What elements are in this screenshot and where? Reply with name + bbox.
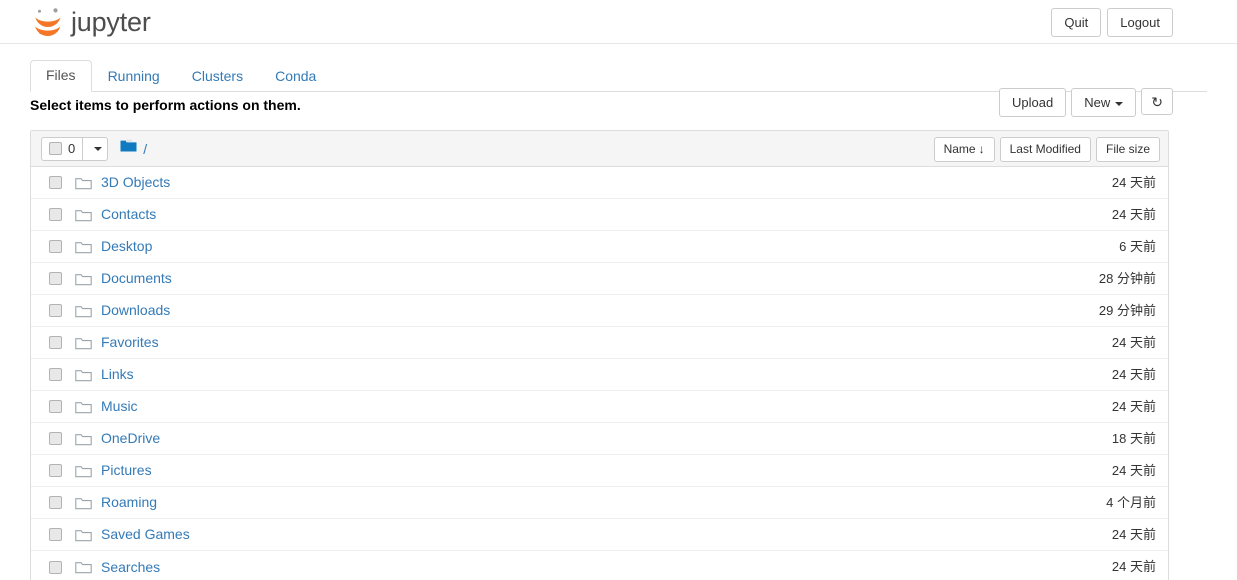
- refresh-icon: ↻: [1151, 94, 1163, 110]
- folder-icon: [75, 528, 92, 542]
- file-name-link[interactable]: 3D Objects: [101, 174, 170, 191]
- notice-row: Select items to perform actions on them.…: [0, 84, 1237, 124]
- folder-icon: [75, 496, 92, 510]
- row-checkbox[interactable]: [49, 336, 62, 349]
- logout-button[interactable]: Logout: [1107, 8, 1173, 37]
- breadcrumb-root-path[interactable]: /: [143, 141, 147, 157]
- file-name-link[interactable]: Desktop: [101, 238, 152, 255]
- folder-icon: [75, 240, 92, 254]
- file-actions: Upload New ↻: [999, 88, 1173, 117]
- breadcrumb: /: [120, 139, 147, 158]
- select-control-group: 0: [41, 136, 109, 161]
- file-modified-time: 24 天前: [1111, 366, 1156, 382]
- table-row[interactable]: Music 24 天前: [31, 391, 1168, 423]
- quit-button[interactable]: Quit: [1051, 8, 1102, 37]
- select-all-container[interactable]: 0: [41, 136, 83, 161]
- folder-icon: [75, 272, 92, 286]
- table-row[interactable]: Desktop 6 天前: [31, 231, 1168, 263]
- chevron-down-icon: [1115, 101, 1124, 106]
- table-row[interactable]: Roaming 4 个月前: [31, 487, 1168, 519]
- file-name-link[interactable]: Saved Games: [101, 526, 190, 543]
- folder-icon: [75, 464, 92, 478]
- table-row[interactable]: Links 24 天前: [31, 359, 1168, 391]
- sort-by-name-button[interactable]: Name ↓: [933, 137, 995, 163]
- file-modified-time: 18 天前: [1111, 430, 1156, 446]
- tab-bar-wrapper: Files Running Clusters Conda: [0, 44, 1237, 92]
- row-checkbox[interactable]: [49, 560, 62, 574]
- file-name-link[interactable]: Downloads: [101, 302, 170, 319]
- refresh-button[interactable]: ↻: [1141, 88, 1173, 115]
- row-checkbox[interactable]: [49, 272, 62, 285]
- file-name-link[interactable]: Music: [101, 398, 138, 415]
- row-checkbox[interactable]: [49, 240, 62, 253]
- chevron-down-icon: [93, 146, 102, 151]
- row-checkbox[interactable]: [49, 496, 62, 509]
- table-row[interactable]: Favorites 24 天前: [31, 327, 1168, 359]
- file-name-link[interactable]: Favorites: [101, 334, 159, 351]
- file-name-link[interactable]: Links: [101, 366, 134, 383]
- file-list-toolbar: 0 / Name ↓ Last Modified File size: [31, 131, 1168, 167]
- select-dropdown-button[interactable]: [82, 136, 109, 161]
- sort-by-file-size-button[interactable]: File size: [1095, 137, 1160, 163]
- file-name-link[interactable]: Documents: [101, 270, 172, 287]
- file-modified-time: 24 天前: [1111, 559, 1156, 575]
- file-name-link[interactable]: Contacts: [101, 206, 156, 223]
- row-checkbox[interactable]: [49, 432, 62, 445]
- folder-icon: [75, 208, 92, 222]
- file-modified-time: 24 天前: [1111, 174, 1156, 190]
- table-row[interactable]: Pictures 24 天前: [31, 455, 1168, 487]
- file-list-panel: 0 / Name ↓ Last Modified File size 3D Obj…: [30, 130, 1169, 580]
- sort-button-group: Name ↓ Last Modified File size: [933, 137, 1160, 163]
- sort-by-last-modified-button[interactable]: Last Modified: [999, 137, 1091, 163]
- file-name-link[interactable]: Pictures: [101, 462, 152, 479]
- select-all-checkbox[interactable]: [49, 142, 62, 155]
- folder-icon: [75, 176, 92, 190]
- row-checkbox[interactable]: [49, 208, 62, 221]
- file-name-link[interactable]: Roaming: [101, 494, 157, 511]
- selected-count: 0: [68, 141, 76, 156]
- table-row[interactable]: Downloads 29 分钟前: [31, 295, 1168, 327]
- jupyter-logo-icon: [30, 5, 66, 39]
- app-header: jupyter Quit Logout: [0, 0, 1237, 44]
- row-checkbox[interactable]: [49, 304, 62, 317]
- table-row[interactable]: OneDrive 18 天前: [31, 423, 1168, 455]
- row-checkbox[interactable]: [49, 176, 62, 189]
- header-button-group: Quit Logout: [1051, 8, 1173, 37]
- folder-icon: [75, 400, 92, 414]
- row-checkbox[interactable]: [49, 528, 62, 541]
- row-checkbox[interactable]: [49, 368, 62, 381]
- sort-descending-arrow-icon: ↓: [978, 142, 985, 156]
- new-dropdown-button[interactable]: New: [1071, 88, 1137, 117]
- folder-icon: [75, 432, 92, 446]
- table-row[interactable]: Documents 28 分钟前: [31, 263, 1168, 295]
- file-name-link[interactable]: Searches: [101, 559, 160, 576]
- table-row[interactable]: 3D Objects 24 天前: [31, 167, 1168, 199]
- upload-button[interactable]: Upload: [999, 88, 1067, 117]
- file-modified-time: 24 天前: [1111, 206, 1156, 222]
- folder-icon: [75, 304, 92, 318]
- file-name-link[interactable]: OneDrive: [101, 430, 160, 447]
- folder-icon: [75, 336, 92, 350]
- file-modified-time: 24 天前: [1111, 334, 1156, 350]
- file-list: 3D Objects 24 天前 Contacts 24 天前 Desktop 6 天前 D…: [31, 167, 1168, 580]
- row-checkbox[interactable]: [49, 400, 62, 413]
- table-row[interactable]: Contacts 24 天前: [31, 199, 1168, 231]
- folder-icon: [120, 139, 137, 158]
- file-modified-time: 24 天前: [1111, 526, 1156, 542]
- folder-icon: [75, 560, 92, 574]
- folder-icon: [75, 368, 92, 382]
- file-modified-time: 4 个月前: [1106, 494, 1156, 510]
- table-row[interactable]: Searches 24 天前: [31, 551, 1168, 580]
- table-row[interactable]: Saved Games 24 天前: [31, 519, 1168, 551]
- file-modified-time: 28 分钟前: [1098, 270, 1156, 286]
- brand: jupyter: [30, 3, 151, 41]
- file-modified-time: 6 天前: [1119, 238, 1156, 254]
- row-checkbox[interactable]: [49, 464, 62, 477]
- new-label: New: [1084, 95, 1111, 110]
- file-modified-time: 24 天前: [1111, 398, 1156, 414]
- sort-name-label: Name: [943, 142, 976, 156]
- brand-title: jupyter: [71, 6, 151, 37]
- file-modified-time: 24 天前: [1111, 462, 1156, 478]
- file-modified-time: 29 分钟前: [1098, 302, 1156, 318]
